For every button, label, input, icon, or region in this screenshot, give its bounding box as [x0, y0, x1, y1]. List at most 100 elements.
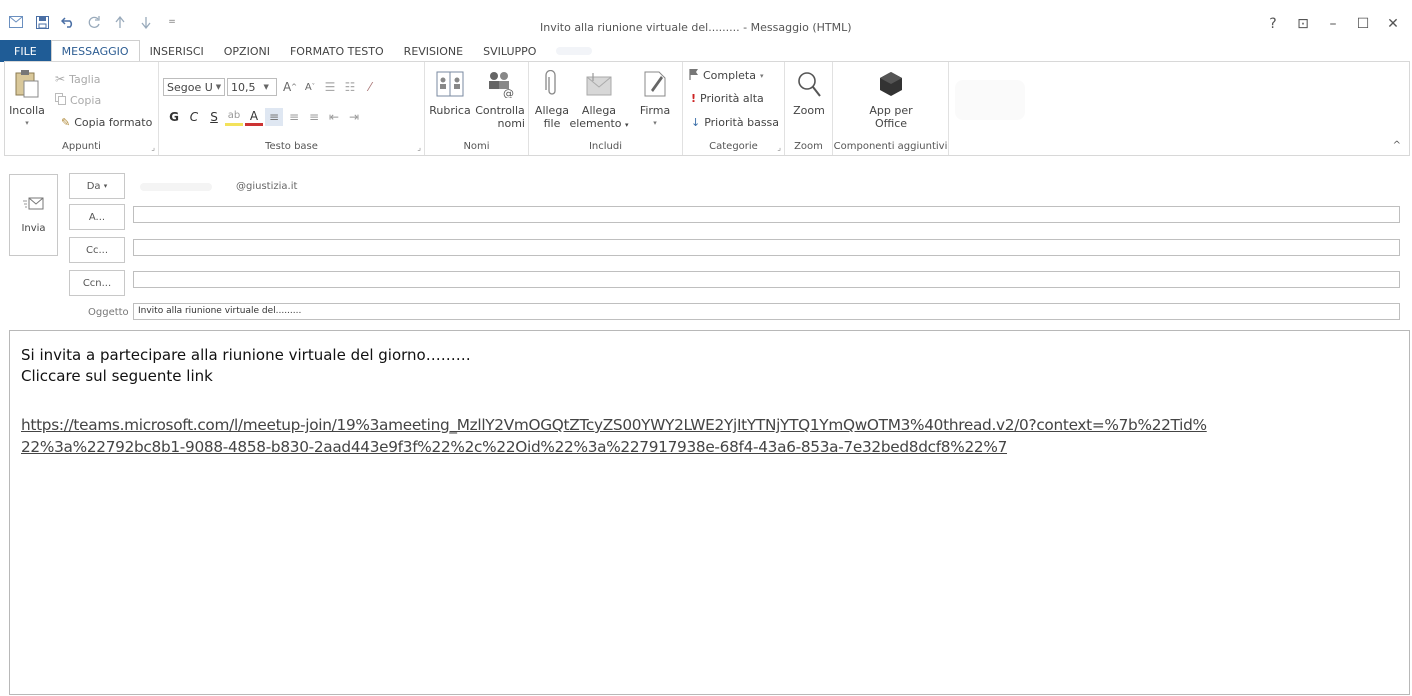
align-center-icon[interactable]: ≡	[285, 108, 303, 126]
customize-icon[interactable]: =	[164, 14, 180, 30]
cc-button[interactable]: Cc...	[69, 237, 125, 263]
up-icon[interactable]	[112, 14, 128, 30]
increase-indent-icon[interactable]: ⇥	[345, 108, 363, 126]
tab-inserisci[interactable]: INSERISCI	[140, 40, 214, 62]
follow-up-button[interactable]: Completa ▾	[689, 68, 764, 83]
bcc-button[interactable]: Ccn...	[69, 270, 125, 296]
paste-button[interactable]: Incolla ▾	[7, 68, 47, 130]
help-icon[interactable]: ?	[1266, 16, 1280, 32]
copy-icon	[55, 93, 66, 108]
down-icon[interactable]	[138, 14, 154, 30]
format-painter-button[interactable]: ✎ Copia formato	[61, 116, 152, 129]
bullets-icon[interactable]: ☰	[321, 78, 339, 96]
send-button[interactable]: Invia	[9, 174, 58, 256]
group-label-nomi: Nomi	[463, 141, 490, 152]
undo-icon[interactable]	[60, 14, 76, 30]
attach-file-button[interactable]: Allega file	[533, 68, 571, 130]
address-book-button[interactable]: Rubrica	[427, 68, 473, 117]
dialog-launcher-icon[interactable]: ⌟	[417, 143, 421, 152]
dialog-launcher-icon[interactable]: ⌟	[777, 143, 781, 152]
tab-formato-testo[interactable]: FORMATO TESTO	[280, 40, 394, 62]
meeting-link-line-2[interactable]: 22%3a%22792bc8b1-9088-4858-b830-2aad443e…	[21, 436, 1398, 458]
from-button[interactable]: Da ▾	[69, 173, 125, 199]
align-right-icon[interactable]: ≡	[305, 108, 323, 126]
copy-label: Copia	[70, 94, 102, 107]
to-button[interactable]: A...	[69, 204, 125, 230]
redacted-username	[140, 182, 212, 191]
format-painter-label: Copia formato	[74, 116, 153, 129]
collapse-ribbon-icon[interactable]: ^	[1393, 140, 1401, 151]
highlight-icon[interactable]: ab	[225, 108, 243, 126]
group-label-zoom: Zoom	[794, 141, 823, 152]
font-size-select[interactable]: 10,5 ▼	[227, 78, 277, 96]
signature-button[interactable]: Firma ▾	[633, 68, 677, 130]
bcc-field[interactable]	[133, 271, 1400, 288]
font-name-value: Segoe U	[167, 80, 213, 94]
font-name-select[interactable]: Segoe U ▼	[163, 78, 225, 96]
zoom-label: Zoom	[793, 104, 825, 117]
meeting-link[interactable]: https://teams.microsoft.com/l/meetup-joi…	[21, 414, 1398, 458]
apps-label-2: Office	[874, 117, 908, 130]
send-label: Invia	[21, 223, 46, 234]
tab-revisione[interactable]: REVISIONE	[394, 40, 473, 62]
subject-field[interactable]: Invito alla riunione virtuale del.......…	[133, 303, 1400, 320]
redo-icon[interactable]	[86, 14, 102, 30]
window-title: Invito alla riunione virtuale del.......…	[540, 21, 852, 34]
body-line-1: Si invita a partecipare alla riunione vi…	[21, 346, 471, 364]
apps-for-office-button[interactable]: App per Office	[853, 68, 929, 130]
italic-button[interactable]: C	[185, 108, 203, 126]
group-label-includi: Includi	[588, 141, 623, 152]
close-icon[interactable]: ✕	[1386, 16, 1400, 32]
cut-label: Taglia	[69, 72, 101, 86]
font-size-value: 10,5	[231, 80, 256, 94]
shrink-font-icon[interactable]: Aˇ	[301, 78, 319, 96]
save-icon[interactable]	[34, 14, 50, 30]
scissors-icon: ✂	[55, 72, 66, 86]
arrow-down-icon: ↓	[691, 116, 701, 129]
ribbon-tabs: FILE MESSAGGIO INSERISCI OPZIONI FORMATO…	[0, 40, 1412, 62]
align-left-icon[interactable]: ≡	[265, 108, 283, 126]
group-nomi: Rubrica @ Controlla nomi Nomi	[425, 62, 529, 155]
attach-item-button[interactable]: Allega elemento ▾	[569, 68, 629, 132]
meeting-link-line-1[interactable]: https://teams.microsoft.com/l/meetup-joi…	[21, 414, 1398, 436]
to-field[interactable]	[133, 206, 1400, 223]
group-label-componenti: Componenti aggiuntivi	[833, 141, 948, 152]
tab-sviluppo[interactable]: SVILUPPO	[473, 40, 546, 62]
message-body[interactable]: Si invita a partecipare alla riunione vi…	[9, 330, 1410, 695]
send-icon	[22, 196, 45, 215]
cc-field[interactable]	[133, 239, 1400, 256]
group-label-testo-base: Testo base	[265, 141, 318, 152]
minimize-icon[interactable]: –	[1326, 16, 1340, 32]
format-row: G C S ab A ≡ ≡ ≡ ⇤ ⇥	[165, 108, 363, 126]
body-line-2: Cliccare sul seguente link	[21, 367, 213, 385]
grow-font-icon[interactable]: A ^	[281, 78, 299, 96]
ribbon-display-icon[interactable]: ⊡	[1296, 16, 1310, 32]
font-color-icon[interactable]: A	[245, 108, 263, 126]
exclamation-icon: !	[691, 92, 697, 105]
high-priority-button[interactable]: ! Priorità alta	[691, 92, 764, 105]
clear-formatting-icon[interactable]: ⁄	[361, 78, 379, 96]
chevron-down-icon: ▾	[760, 71, 764, 80]
chevron-down-icon: ▾	[103, 182, 108, 190]
clipboard-icon	[11, 68, 43, 100]
outlook-icon[interactable]	[8, 14, 24, 30]
from-value: @giustizia.it	[140, 181, 297, 192]
decrease-indent-icon[interactable]: ⇤	[325, 108, 343, 126]
underline-button[interactable]: S	[205, 108, 223, 126]
numbering-icon[interactable]: ☷	[341, 78, 359, 96]
check-names-button[interactable]: @ Controlla nomi	[473, 68, 527, 130]
copy-button[interactable]: Copia	[55, 93, 101, 108]
ribbon: Incolla ▾ ✂ Taglia Copia ✎ Copia formato…	[4, 61, 1410, 156]
low-priority-button[interactable]: ↓ Priorità bassa	[691, 116, 779, 129]
tab-opzioni[interactable]: OPZIONI	[214, 40, 280, 62]
zoom-button[interactable]: Zoom	[787, 68, 831, 117]
flag-icon	[689, 68, 699, 83]
maximize-icon[interactable]: ☐	[1356, 16, 1370, 32]
tab-messaggio[interactable]: MESSAGGIO	[50, 40, 140, 62]
dialog-launcher-icon[interactable]: ⌟	[151, 143, 155, 152]
bold-button[interactable]: G	[165, 108, 183, 126]
group-label-appunti: Appunti	[62, 141, 101, 152]
tab-file[interactable]: FILE	[0, 40, 51, 62]
cut-button[interactable]: ✂ Taglia	[55, 72, 101, 86]
